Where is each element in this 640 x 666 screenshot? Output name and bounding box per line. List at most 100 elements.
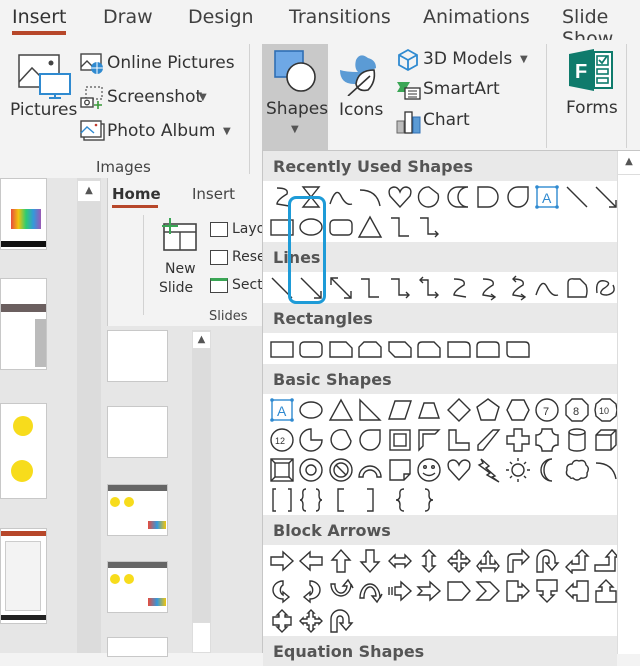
slide-thumbnail[interactable] (0, 278, 47, 370)
shape-elbow-double-arrow[interactable] (415, 273, 445, 303)
screenshot-dropdown-icon[interactable]: ▼ (199, 92, 207, 103)
tab-draw[interactable]: Draw (103, 6, 153, 28)
shape-double-bracket[interactable] (267, 485, 297, 515)
shape-notched-right-arrow[interactable] (415, 576, 445, 606)
shape-left-bracket[interactable] (326, 485, 356, 515)
shape-diagonal-stripe[interactable] (474, 425, 504, 455)
shape-down-arrow[interactable] (356, 546, 386, 576)
shape-quad-callout[interactable] (297, 606, 327, 636)
shape-line[interactable] (562, 182, 592, 212)
shape-left-right-up-arrow[interactable] (474, 546, 504, 576)
shape-curve-double-arrow[interactable] (503, 273, 533, 303)
shape-round-single[interactable] (444, 334, 474, 364)
shape-left-right-arrow[interactable] (385, 546, 415, 576)
shape-no-symbol[interactable] (326, 455, 356, 485)
shape-parallelogram[interactable] (385, 395, 415, 425)
shape-arrow-line[interactable] (297, 273, 327, 303)
thumbnails-scrollbar[interactable] (77, 178, 101, 653)
shape-elbow-arrow-connector[interactable] (385, 273, 415, 303)
reset-button[interactable]: Reset (210, 248, 262, 268)
shape-rounded-rect[interactable] (326, 212, 356, 242)
shape-diamond[interactable] (444, 395, 474, 425)
shape-chord[interactable] (326, 425, 356, 455)
slide-thumbnail[interactable] (0, 528, 47, 624)
nested-scroll-up-button[interactable]: ▲ (192, 331, 211, 349)
shape-heptagon-7[interactable]: 7 (533, 395, 563, 425)
shape-right-arrow[interactable] (267, 546, 297, 576)
online-pictures-button[interactable]: Online Pictures (80, 52, 235, 76)
shape-arc[interactable] (356, 182, 386, 212)
3d-models-button[interactable]: 3D Models ▼ (396, 48, 536, 72)
shape-curve-s[interactable] (267, 182, 297, 212)
shape-trapezoid[interactable] (415, 395, 445, 425)
shape-circular-arrow[interactable] (326, 606, 356, 636)
shape-right-bracket[interactable] (356, 485, 386, 515)
shape-moon-d[interactable] (444, 182, 474, 212)
shape-triangle[interactable] (356, 212, 386, 242)
photo-album-button[interactable]: Photo Album ▼ (80, 120, 236, 144)
shape-left-up-arrow[interactable] (562, 546, 592, 576)
shape-curved-up-arrow[interactable] (326, 576, 356, 606)
shape-frame[interactable] (385, 425, 415, 455)
shape-moon[interactable] (533, 455, 563, 485)
shape-line[interactable] (267, 273, 297, 303)
shape-right-brace[interactable] (415, 485, 445, 515)
screenshot-button[interactable]: Screenshot ▼ (80, 86, 220, 110)
shape-can[interactable] (562, 425, 592, 455)
nested-slide-thumbnail[interactable] (107, 406, 168, 458)
shape-plaque[interactable] (533, 425, 563, 455)
shape-donut[interactable] (297, 455, 327, 485)
shape-cloud[interactable] (562, 455, 592, 485)
shape-double-brace[interactable] (297, 485, 327, 515)
icons-button[interactable]: Icons (336, 50, 386, 122)
shape-curve-s[interactable] (444, 273, 474, 303)
shape-double-arrow-line[interactable] (326, 273, 356, 303)
shape-left-brace[interactable] (385, 485, 415, 515)
tab-design[interactable]: Design (188, 6, 254, 28)
tab-insert[interactable]: Insert (12, 6, 67, 28)
inner-tab-insert[interactable]: Insert (192, 185, 235, 203)
shape-block-arc[interactable] (356, 455, 386, 485)
shape-u-turn-arrow[interactable] (533, 546, 563, 576)
shape-snip-same[interactable] (356, 334, 386, 364)
shape-right-triangle[interactable] (356, 395, 386, 425)
shape-bent-arrow[interactable] (503, 546, 533, 576)
shape-arc-curve[interactable] (326, 182, 356, 212)
scroll-up-button[interactable]: ▲ (77, 180, 101, 202)
shape-chevron[interactable] (474, 576, 504, 606)
shape-bevel[interactable] (267, 455, 297, 485)
shape-elbow-connector[interactable] (356, 273, 386, 303)
shape-quad-arrow[interactable] (444, 546, 474, 576)
inner-tab-home[interactable]: Home (112, 185, 161, 203)
shape-lightning[interactable] (474, 455, 504, 485)
pictures-button[interactable]: Pictures (8, 50, 77, 122)
shape-dodecagon-12[interactable]: 12 (267, 425, 297, 455)
gallery-scroll-up-button[interactable]: ▲ (618, 151, 640, 175)
shape-folded-corner[interactable] (385, 455, 415, 485)
shape-triangle[interactable] (326, 395, 356, 425)
shape-up-arrow[interactable] (326, 546, 356, 576)
shape-teardrop[interactable] (503, 182, 533, 212)
shapes-button[interactable]: Shapes ▼ (262, 44, 328, 150)
shape-rectangle[interactable] (267, 212, 297, 242)
shape-elbow-arrow-connector[interactable] (415, 212, 445, 242)
shape-curve-arrow[interactable] (474, 273, 504, 303)
gallery-scrollbar[interactable]: ▲ (617, 151, 640, 654)
shape-curve[interactable] (533, 273, 563, 303)
shape-down-callout[interactable] (533, 576, 563, 606)
shape-striped-right-arrow[interactable] (385, 576, 415, 606)
forms-button[interactable]: F Forms (560, 48, 626, 124)
shape-smiley[interactable] (415, 455, 445, 485)
shape-up-down-arrow[interactable] (415, 546, 445, 576)
shape-half-frame[interactable] (415, 425, 445, 455)
shape-heart[interactable] (444, 455, 474, 485)
shape-snip-diagonal[interactable] (385, 334, 415, 364)
nested-scrollbar[interactable] (192, 330, 211, 653)
nested-slide-thumbnail[interactable] (107, 637, 168, 657)
shape-round-same[interactable] (474, 334, 504, 364)
tab-animations[interactable]: Animations (423, 6, 530, 28)
chart-button[interactable]: Chart (396, 108, 476, 134)
shape-heart[interactable] (385, 182, 415, 212)
shape-oval[interactable] (297, 395, 327, 425)
smartart-button[interactable]: SmartArt (396, 78, 506, 102)
